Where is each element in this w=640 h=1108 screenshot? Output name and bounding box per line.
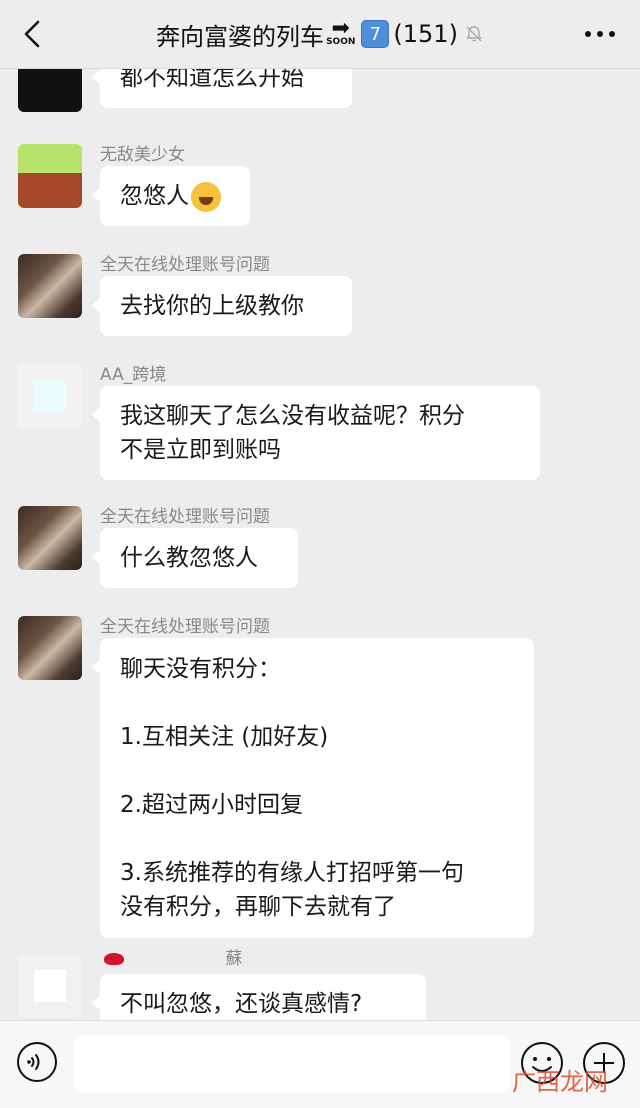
message-bubble[interactable]: 我这聊天了怎么没有收益呢？积分 不是立即到账吗 bbox=[92, 386, 540, 480]
message-text: 1.互相关注 (加好友) bbox=[120, 724, 329, 750]
avatar[interactable] bbox=[18, 616, 82, 680]
laughing-crying-emoji-icon bbox=[191, 181, 221, 212]
more-dots-icon bbox=[585, 31, 615, 37]
sender-name: 无敌美少女 bbox=[100, 145, 185, 165]
message-bubble[interactable]: 都不知道怎么开始 bbox=[92, 68, 352, 108]
sender-name: 全天在线处理账号问题 bbox=[100, 255, 270, 275]
voice-icon bbox=[17, 1042, 57, 1082]
message-text bbox=[120, 754, 514, 788]
avatar[interactable] bbox=[18, 68, 82, 112]
message-text: 忽悠人 bbox=[120, 183, 189, 209]
sender-name: 全天在线处理账号问题 bbox=[100, 507, 270, 527]
soon-arrow-emoji: ➡ SOON bbox=[326, 16, 356, 48]
message-text: 什么教忽悠人 bbox=[120, 545, 258, 571]
member-count: (151) bbox=[393, 20, 458, 48]
keycap-seven-emoji: 7 bbox=[361, 20, 390, 48]
message-bubble[interactable]: 聊天没有积分： 1.互相关注 (加好友) 2.超过两小时回复 3.系统推荐的有缘… bbox=[92, 638, 534, 938]
sender-name: AA_跨境 bbox=[100, 365, 167, 385]
watermark: 广西龙网 bbox=[512, 1068, 608, 1096]
chat-title: 奔向富婆的列车 ➡ SOON 7 (151) bbox=[0, 0, 640, 68]
message-text: 不叫忽悠，还谈真感情? bbox=[120, 991, 363, 1017]
message-bubble[interactable]: 不叫忽悠，还谈真感情? bbox=[92, 974, 426, 1020]
sender-name: 全天在线处理账号问题 bbox=[100, 617, 270, 637]
voice-button[interactable] bbox=[16, 1041, 58, 1083]
avatar[interactable] bbox=[18, 144, 82, 208]
avatar[interactable] bbox=[18, 506, 82, 570]
message-text: 我这聊天了怎么没有收益呢？积分 bbox=[120, 403, 465, 429]
avatar[interactable] bbox=[18, 364, 82, 428]
lips-emoji-icon bbox=[104, 953, 124, 965]
message-text: 都不知道怎么开始 bbox=[120, 68, 304, 91]
chat-header: 奔向富婆的列车 ➡ SOON 7 (151) bbox=[0, 0, 640, 69]
sender-row: 蘇 bbox=[104, 944, 242, 969]
group-name: 奔向富婆的列车 bbox=[156, 22, 325, 51]
more-options-button[interactable] bbox=[582, 20, 618, 48]
message-bubble[interactable]: 去找你的上级教你 bbox=[92, 276, 352, 336]
message-list[interactable]: 都不知道怎么开始 无敌美少女 忽悠人 全天在线处理账号问题 去找你的上级教你 A… bbox=[0, 68, 640, 1020]
avatar[interactable] bbox=[18, 254, 82, 318]
message-text: 没有积分，再聊下去就有了 bbox=[120, 894, 396, 920]
message-text bbox=[120, 822, 514, 856]
message-bubble[interactable]: 忽悠人 bbox=[92, 166, 250, 226]
message-text: 3.系统推荐的有缘人打招呼第一句 bbox=[120, 860, 464, 886]
sender-name: 蘇 bbox=[225, 949, 243, 969]
message-text: 不是立即到账吗 bbox=[120, 437, 281, 463]
right-arrow-icon: ➡ bbox=[331, 16, 350, 41]
message-bubble[interactable]: 什么教忽悠人 bbox=[92, 528, 298, 588]
message-text: 去找你的上级教你 bbox=[120, 293, 304, 319]
message-text: 2.超过两小时回复 bbox=[120, 792, 303, 818]
mute-bell-icon bbox=[464, 24, 484, 44]
soon-label: SOON bbox=[326, 37, 356, 47]
avatar[interactable] bbox=[18, 954, 82, 1018]
message-text bbox=[120, 686, 514, 720]
message-input[interactable] bbox=[74, 1035, 510, 1093]
message-text: 聊天没有积分： bbox=[120, 656, 281, 682]
